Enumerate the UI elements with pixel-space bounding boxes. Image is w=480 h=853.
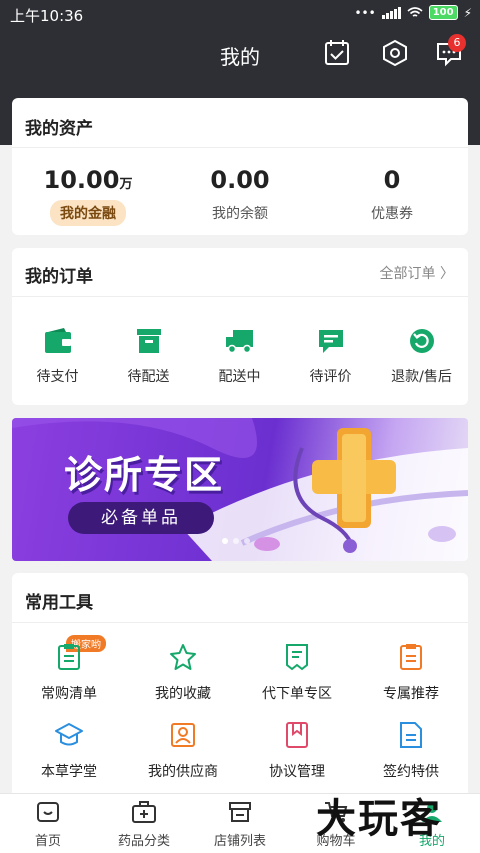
tool-label: 协议管理 [269, 764, 325, 780]
orders-title: 我的订单 [25, 267, 93, 287]
tool-suppliers[interactable]: 我的供应商 [126, 721, 240, 781]
tools-title: 常用工具 [25, 593, 93, 613]
supplier-icon [171, 723, 195, 747]
asset-label: 我的余额 [212, 206, 268, 222]
tab-home[interactable]: 首页 [0, 800, 96, 849]
tool-label: 专属推荐 [383, 686, 439, 702]
order-label: 待支付 [36, 369, 79, 385]
chevron-right-icon: 〉 [440, 266, 454, 282]
tool-recommend[interactable]: 专属推荐 [354, 643, 468, 703]
truck-icon [225, 330, 253, 354]
tool-label: 常购清单 [41, 686, 97, 702]
order-refund[interactable]: 退款/售后 [376, 328, 467, 386]
checkin-calendar-icon[interactable] [322, 38, 352, 68]
tools-card: 常用工具 搬家哟 常购清单 我的收藏 代下单专区 专属推荐 本草学堂 我的供应商… [12, 573, 468, 803]
carousel-dot [222, 538, 228, 544]
order-pending-review[interactable]: 待评价 [285, 328, 376, 386]
asset-label: 我的金融 [50, 200, 126, 226]
assets-title: 我的资产 [25, 119, 93, 139]
status-icons: ••• 100 ⚡ [354, 5, 472, 20]
status-time: 上午10:36 [10, 7, 84, 25]
recommend-icon [400, 644, 422, 670]
wallet-icon [44, 328, 71, 353]
shop-icon [229, 802, 251, 822]
tool-label: 我的供应商 [148, 764, 218, 780]
watermark: 大玩客 [316, 795, 442, 842]
all-orders-link[interactable]: 全部订单 〉 [380, 263, 454, 283]
asset-value: 10.00 [43, 166, 120, 194]
asset-finance[interactable]: 10.00万 我的金融 [12, 166, 164, 226]
tool-label: 签约特供 [383, 764, 439, 780]
order-label: 退款/售后 [391, 369, 452, 385]
asset-value: 0.00 [210, 166, 270, 194]
order-pending-delivery[interactable]: 待配送 [103, 328, 194, 386]
divider [12, 147, 468, 148]
order-label: 待评价 [309, 369, 352, 385]
tab-categories[interactable]: 药品分类 [96, 800, 192, 849]
tool-favorites[interactable]: 我的收藏 [126, 643, 240, 703]
star-icon [170, 644, 196, 670]
tool-academy[interactable]: 本草学堂 [12, 721, 126, 781]
divider [12, 622, 468, 623]
assets-card: 我的资产 10.00万 我的金融 0.00 我的余额 0 优惠券 [12, 98, 468, 235]
box-icon [136, 329, 161, 353]
order-label: 待配送 [127, 369, 170, 385]
tool-label: 我的收藏 [155, 686, 211, 702]
tool-proxy-order[interactable]: 代下单专区 [240, 643, 354, 703]
tool-label: 代下单专区 [262, 686, 332, 702]
tool-agreements[interactable]: 协议管理 [240, 721, 354, 781]
refund-icon [409, 329, 434, 353]
divider [12, 296, 468, 297]
carousel-dot [233, 538, 239, 544]
banner-subtitle: 必备单品 [68, 502, 214, 534]
settings-icon[interactable] [380, 38, 410, 68]
tab-label: 首页 [34, 834, 61, 849]
message-badge: 6 [448, 34, 466, 52]
tool-label: 本草学堂 [41, 764, 97, 780]
tab-label: 药品分类 [117, 834, 170, 849]
order-label: 配送中 [218, 369, 261, 385]
tool-frequent-list[interactable]: 常购清单 [12, 643, 126, 703]
comment-icon [318, 330, 343, 353]
charging-icon: ⚡ [463, 5, 472, 20]
asset-label: 优惠券 [371, 206, 413, 222]
tool-contract-supply[interactable]: 签约特供 [354, 721, 468, 781]
asset-unit: 万 [119, 177, 133, 192]
carousel-dot [244, 538, 250, 544]
order-pending-payment[interactable]: 待支付 [12, 328, 103, 386]
clipboard-icon [58, 644, 80, 670]
receipt-icon [286, 644, 308, 671]
orders-card: 我的订单 全部订单 〉 待支付 待配送 配送中 待评价 退款/售后 [12, 248, 468, 405]
asset-balance[interactable]: 0.00 我的余额 [164, 166, 316, 223]
status-bar: 上午10:36 ••• 100 ⚡ [0, 0, 480, 30]
battery-indicator: 100 [428, 5, 458, 20]
clinic-banner[interactable]: 诊所专区 必备单品 [12, 418, 468, 561]
asset-value: 0 [383, 166, 401, 194]
asset-coupons[interactable]: 0 优惠券 [316, 166, 468, 223]
bookmark-icon [286, 722, 308, 748]
signal-icon [381, 6, 401, 19]
carousel-dots [222, 538, 250, 544]
title-bar: 我的 [0, 32, 480, 76]
banner-title: 诊所专区 [64, 453, 225, 497]
wifi-icon [407, 6, 423, 17]
graduation-cap-icon [55, 723, 83, 746]
tab-label: 店铺列表 [213, 834, 266, 849]
home-icon [37, 802, 59, 822]
order-in-delivery[interactable]: 配送中 [194, 328, 285, 386]
document-icon [400, 722, 422, 748]
more-icon: ••• [354, 5, 376, 20]
tab-shops[interactable]: 店铺列表 [192, 800, 288, 849]
all-orders-label: 全部订单 [379, 266, 436, 282]
medkit-icon [132, 801, 156, 823]
